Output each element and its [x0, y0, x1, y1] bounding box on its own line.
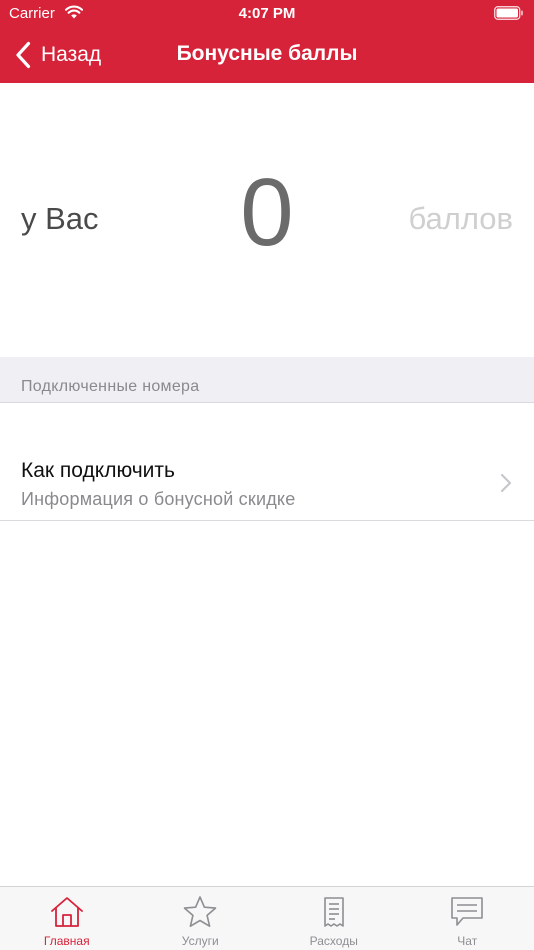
status-bar: Carrier 4:07 PM — [0, 0, 534, 26]
tab-label: Чат — [457, 934, 478, 948]
chat-icon — [451, 897, 484, 926]
chevron-right-icon — [500, 473, 512, 493]
row-title: Как подключить — [21, 459, 175, 482]
battery-icon — [494, 6, 523, 20]
points-suffix: баллов — [408, 201, 513, 236]
header: Carrier 4:07 PM Назад Бонусные баллы — [0, 0, 534, 83]
row-subtitle: Информация о бонусной скидке — [21, 489, 296, 509]
screen: Carrier 4:07 PM Назад Бонусные баллы у В… — [0, 0, 534, 950]
tab-label: Услуги — [181, 934, 219, 948]
receipt-icon — [323, 897, 344, 927]
star-icon — [183, 896, 217, 927]
home-icon — [50, 897, 83, 927]
page-title: Бонусные баллы — [176, 42, 358, 65]
tab-chat[interactable]: Чат — [401, 887, 534, 950]
tab-label: Главная — [43, 934, 90, 948]
tab-home[interactable]: Главная — [0, 887, 134, 950]
navigation-bar: Назад Бонусные баллы — [0, 26, 534, 83]
tab-services[interactable]: Услуги — [134, 887, 268, 950]
tab-label: Расходы — [309, 934, 358, 948]
section-header-label: Подключенные номера — [21, 378, 200, 395]
status-time: 4:07 PM — [238, 5, 296, 22]
section-header: Подключенные номера — [0, 357, 534, 403]
tab-expenses[interactable]: Расходы — [267, 887, 401, 950]
points-summary: у Вас 0 баллов — [0, 83, 534, 357]
how-to-connect-row[interactable]: Как подключить Информация о бонусной ски… — [0, 403, 534, 521]
tab-bar: Главная Услуги Расходы Чат — [0, 886, 534, 950]
